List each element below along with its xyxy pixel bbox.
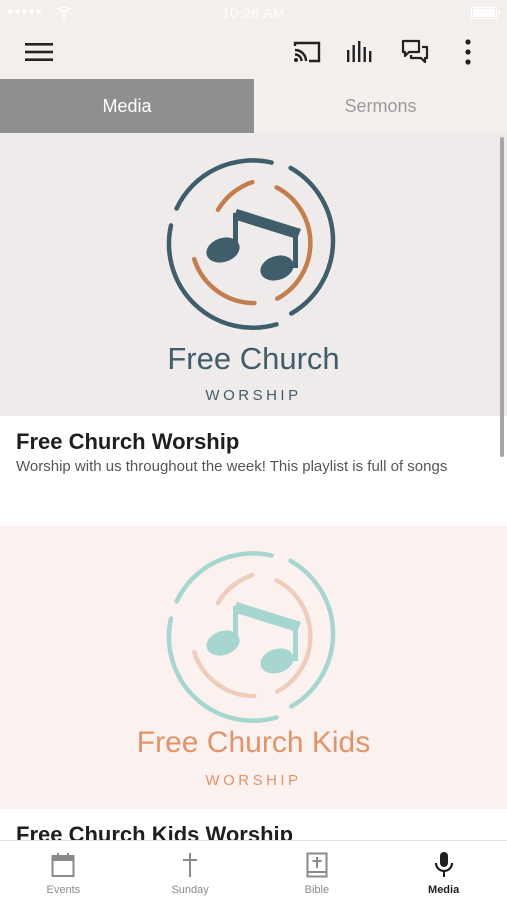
media-card-kids-worship[interactable]: Free Church Kids WORSHIP Free Church Kid… bbox=[0, 526, 507, 840]
menu-icon bbox=[25, 43, 53, 61]
nav-label-sunday: Sunday bbox=[171, 884, 209, 896]
calendar-icon bbox=[51, 853, 75, 877]
menu-button[interactable] bbox=[21, 34, 57, 70]
audio-button[interactable] bbox=[343, 34, 379, 70]
bible-icon bbox=[306, 852, 328, 878]
nav-label-media: Media bbox=[428, 884, 460, 896]
kids-worship-logo-image: Free Church Kids WORSHIP bbox=[0, 526, 507, 809]
more-vertical-icon bbox=[465, 39, 471, 65]
tab-media[interactable]: Media bbox=[0, 79, 254, 133]
media-list[interactable]: Free Church WORSHIP Free Church Worship … bbox=[0, 133, 507, 840]
status-bar: 10:26 AM bbox=[0, 0, 507, 26]
cast-icon bbox=[293, 41, 321, 63]
tab-sermons[interactable]: Sermons bbox=[254, 79, 507, 133]
nav-label-bible: Bible bbox=[304, 884, 330, 896]
logo-subtitle: WORSHIP bbox=[205, 387, 302, 404]
logo-subtitle: WORSHIP bbox=[205, 772, 302, 789]
music-note-logo bbox=[166, 551, 336, 724]
nav-item-bible[interactable]: Bible bbox=[254, 841, 381, 901]
battery-icon bbox=[471, 7, 500, 19]
status-time: 10:26 AM bbox=[221, 5, 286, 21]
nav-item-media[interactable]: Media bbox=[380, 841, 507, 901]
cast-button[interactable] bbox=[289, 34, 325, 70]
card-title: Free Church Kids Worship bbox=[16, 822, 294, 840]
worship-logo-image: Free Church WORSHIP bbox=[0, 133, 507, 416]
nav-label-events: Events bbox=[46, 884, 81, 896]
tab-bar: Media Sermons bbox=[0, 79, 507, 133]
more-options-button[interactable] bbox=[450, 34, 486, 70]
chat-button[interactable] bbox=[397, 34, 433, 70]
scrollbar-thumb[interactable] bbox=[500, 137, 504, 457]
nav-item-sunday[interactable]: Sunday bbox=[127, 841, 254, 901]
microphone-icon bbox=[434, 852, 453, 877]
card-title: Free Church Worship bbox=[16, 429, 240, 454]
media-card-worship[interactable]: Free Church WORSHIP Free Church Worship … bbox=[0, 133, 507, 526]
bottom-navigation: Events Sunday Bible Media bbox=[0, 840, 507, 901]
logo-title: Free Church bbox=[167, 341, 340, 376]
logo-title: Free Church Kids bbox=[136, 726, 371, 759]
card-description: Worship with us throughout the week! Thi… bbox=[16, 458, 448, 475]
chat-icon bbox=[401, 39, 429, 64]
audio-bars-icon bbox=[347, 41, 372, 62]
cross-icon bbox=[183, 853, 198, 877]
top-app-bar bbox=[0, 26, 507, 79]
nav-item-events[interactable]: Events bbox=[0, 841, 127, 901]
